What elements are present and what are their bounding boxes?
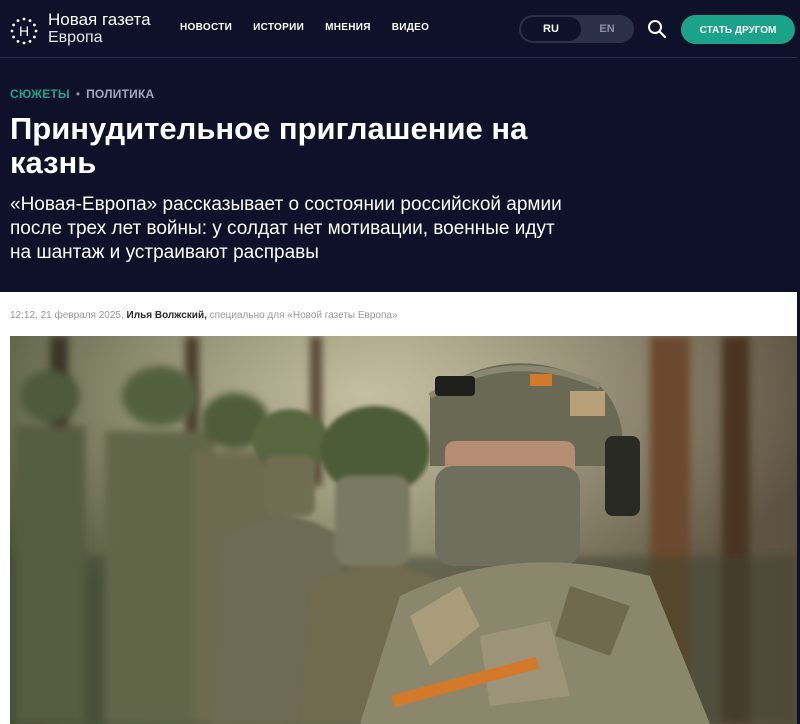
breadcrumb-separator: • — [75, 87, 81, 101]
article-header: Н Новая газета Европа НОВОСТИ ИСТОРИИ МН… — [0, 0, 800, 292]
publish-timestamp: 12:12, 21 февраля 2025, — [10, 310, 124, 321]
article-photo — [10, 336, 798, 724]
breadcrumb-item-politics[interactable]: ПОЛИТИКА — [86, 87, 154, 101]
language-option-ru[interactable]: RU — [521, 17, 581, 41]
top-navigation-bar: Н Новая газета Европа НОВОСТИ ИСТОРИИ МН… — [0, 0, 800, 58]
become-friend-button[interactable]: СТАТЬ ДРУГОМ — [681, 15, 795, 44]
author-credit: специально для «Новой газеты Европа» — [209, 310, 398, 321]
breadcrumb-item-stories[interactable]: СЮЖЕТЫ — [10, 87, 70, 101]
logo-icon[interactable]: Н — [10, 17, 38, 45]
nav-item-video[interactable]: ВИДЕО — [392, 22, 429, 33]
brand-name[interactable]: Новая газета Европа — [48, 11, 151, 47]
soldiers-photo-illustration — [10, 336, 798, 724]
article-meta: 12:12, 21 февраля 2025, Илья Волжский, с… — [10, 310, 398, 321]
logo-letter: Н — [19, 23, 29, 39]
article-lead: «Новая-Европа» рассказывает о состоянии … — [10, 194, 562, 263]
nav-item-opinions[interactable]: МНЕНИЯ — [325, 22, 371, 33]
search-icon[interactable] — [647, 19, 667, 39]
author-link[interactable]: Илья Волжский, — [127, 310, 207, 321]
page: Н Новая газета Европа НОВОСТИ ИСТОРИИ МН… — [0, 0, 800, 724]
nav-item-stories[interactable]: ИСТОРИИ — [253, 22, 304, 33]
breadcrumb: СЮЖЕТЫ • ПОЛИТИКА — [10, 87, 154, 101]
main-nav: НОВОСТИ ИСТОРИИ МНЕНИЯ ВИДЕО — [180, 22, 429, 33]
language-option-en[interactable]: EN — [583, 15, 631, 43]
brand-name-line1: Новая газета — [48, 10, 151, 29]
article-title: Принудительное приглашение на казнь — [10, 111, 528, 180]
nav-item-news[interactable]: НОВОСТИ — [180, 22, 232, 33]
brand-name-line2: Европа — [48, 29, 103, 46]
language-switcher: RU EN — [519, 15, 634, 43]
